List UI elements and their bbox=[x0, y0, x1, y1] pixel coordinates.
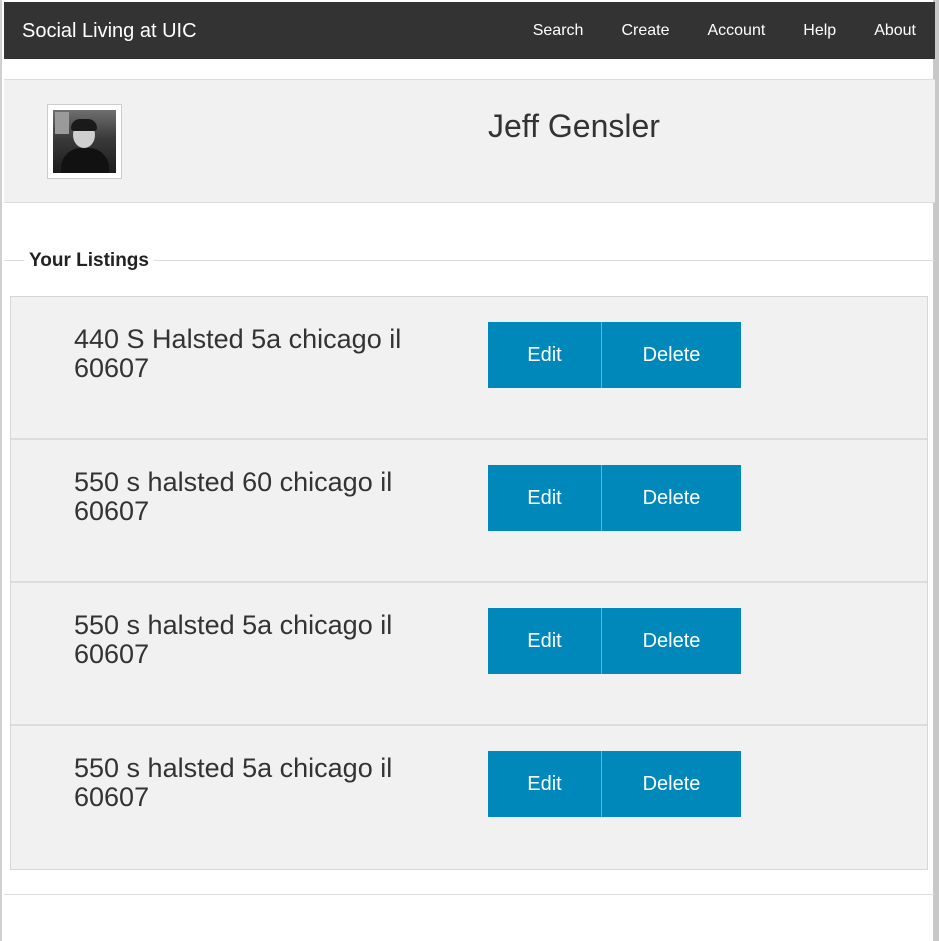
browser-frame: Social Living at UIC Search Create Accou… bbox=[0, 0, 939, 941]
listing-actions: Edit Delete bbox=[488, 465, 741, 531]
edit-button[interactable]: Edit bbox=[488, 465, 602, 531]
listing-address: 550 s halsted 5a chicago il 60607 bbox=[74, 753, 393, 812]
nav-create-link[interactable]: Create bbox=[602, 2, 688, 59]
listing-item: 440 S Halsted 5a chicago il 60607 Edit D… bbox=[11, 297, 927, 440]
nav-account-link[interactable]: Account bbox=[688, 2, 784, 59]
delete-button[interactable]: Delete bbox=[602, 465, 741, 531]
nav-help-link[interactable]: Help bbox=[784, 2, 855, 59]
listing-actions: Edit Delete bbox=[488, 608, 741, 674]
listing-actions: Edit Delete bbox=[488, 751, 741, 817]
listing-actions: Edit Delete bbox=[488, 322, 741, 388]
edit-button[interactable]: Edit bbox=[488, 608, 602, 674]
listings-fieldset: Your Listings 440 S Halsted 5a chicago i… bbox=[4, 249, 935, 895]
listing-address: 550 s halsted 5a chicago il 60607 bbox=[74, 610, 393, 669]
brand-link[interactable]: Social Living at UIC bbox=[22, 19, 197, 43]
listing-address: 440 S Halsted 5a chicago il 60607 bbox=[74, 324, 402, 383]
listing-item: 550 s halsted 60 chicago il 60607 Edit D… bbox=[11, 440, 927, 583]
delete-button[interactable]: Delete bbox=[602, 751, 741, 817]
edit-button[interactable]: Edit bbox=[488, 322, 602, 388]
profile-name: Jeff Gensler bbox=[488, 108, 660, 144]
listing-item: 550 s halsted 5a chicago il 60607 Edit D… bbox=[11, 726, 927, 869]
top-navbar: Social Living at UIC Search Create Accou… bbox=[4, 2, 935, 59]
listings-legend: Your Listings bbox=[24, 249, 154, 273]
listings-list: 440 S Halsted 5a chicago il 60607 Edit D… bbox=[10, 296, 928, 870]
delete-button[interactable]: Delete bbox=[602, 608, 741, 674]
nav-search-link[interactable]: Search bbox=[514, 2, 603, 59]
edit-button[interactable]: Edit bbox=[488, 751, 602, 817]
listing-item: 550 s halsted 5a chicago il 60607 Edit D… bbox=[11, 583, 927, 726]
delete-button[interactable]: Delete bbox=[602, 322, 741, 388]
profile-photo bbox=[53, 110, 116, 173]
nav-about-link[interactable]: About bbox=[855, 2, 935, 59]
profile-header: Jeff Gensler bbox=[4, 79, 935, 203]
listing-address: 550 s halsted 60 chicago il 60607 bbox=[74, 467, 393, 526]
nav-links: Search Create Account Help About bbox=[514, 2, 935, 59]
avatar bbox=[47, 104, 122, 179]
